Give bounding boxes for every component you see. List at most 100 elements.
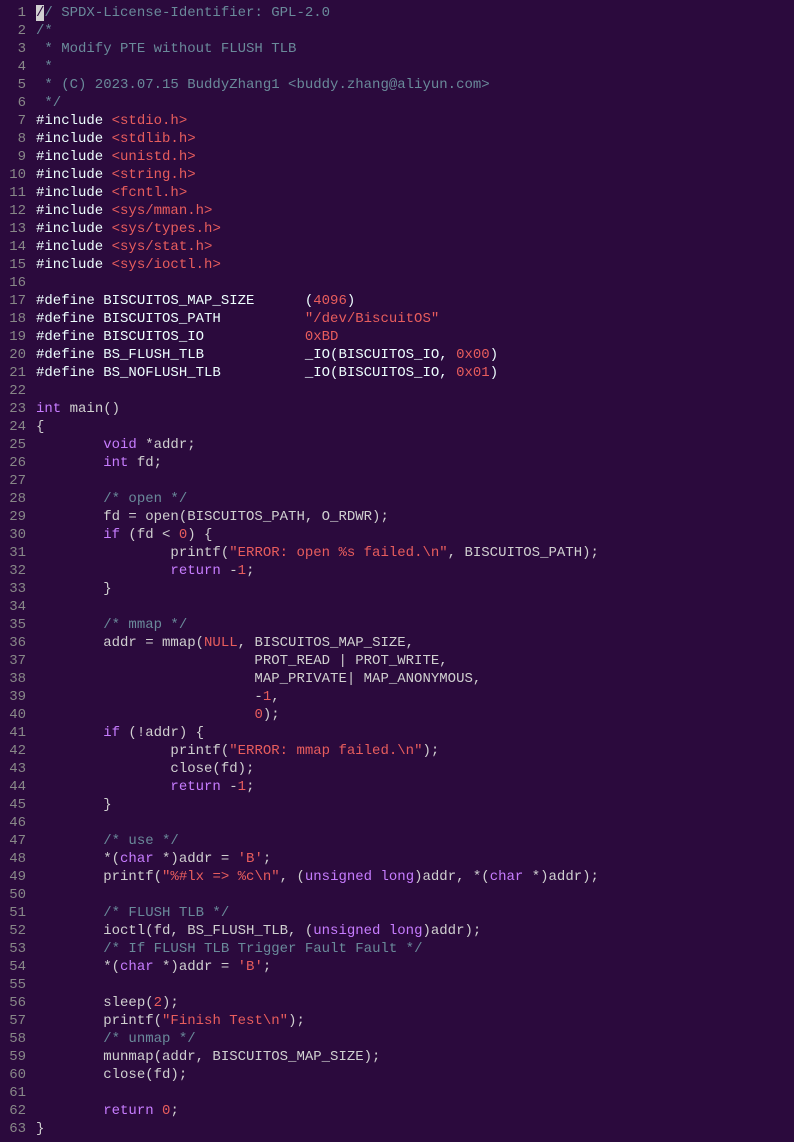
code-line[interactable]: #include <sys/mman.h> <box>36 202 599 220</box>
line-number: 44 <box>0 778 26 796</box>
token-type: char <box>490 869 524 885</box>
token-comment: * <box>36 59 53 75</box>
code-line[interactable]: printf("ERROR: open %s failed.\n", BISCU… <box>36 544 599 562</box>
code-line[interactable] <box>36 1084 599 1102</box>
token-number: 2 <box>154 995 162 1011</box>
line-number: 39 <box>0 688 26 706</box>
code-line[interactable]: /* mmap */ <box>36 616 599 634</box>
code-line[interactable]: #include <sys/stat.h> <box>36 238 599 256</box>
token-keyword: #define BISCUITOS_MAP_SIZE ( <box>36 293 313 309</box>
code-line[interactable]: close(fd); <box>36 1066 599 1084</box>
code-line[interactable]: *(char *)addr = 'B'; <box>36 958 599 976</box>
code-line[interactable]: #define BS_FLUSH_TLB _IO(BISCUITOS_IO, 0… <box>36 346 599 364</box>
code-line[interactable]: #include <sys/types.h> <box>36 220 599 238</box>
code-line[interactable]: int fd; <box>36 454 599 472</box>
code-line[interactable] <box>36 382 599 400</box>
code-line[interactable] <box>36 274 599 292</box>
code-line[interactable]: 0); <box>36 706 599 724</box>
code-line[interactable]: { <box>36 418 599 436</box>
token-number: 0x00 <box>456 347 490 363</box>
line-number: 40 <box>0 706 26 724</box>
code-line[interactable] <box>36 814 599 832</box>
code-line[interactable]: * Modify PTE without FLUSH TLB <box>36 40 599 58</box>
code-line[interactable]: } <box>36 580 599 598</box>
code-line[interactable]: /* use */ <box>36 832 599 850</box>
token-default: ) { <box>187 527 212 543</box>
line-number: 41 <box>0 724 26 742</box>
code-line[interactable]: #define BISCUITOS_PATH "/dev/BiscuitOS" <box>36 310 599 328</box>
code-line[interactable]: // SPDX-License-Identifier: GPL-2.0 <box>36 4 599 22</box>
token-number: 0x01 <box>456 365 490 381</box>
token-default: printf( <box>36 743 229 759</box>
code-line[interactable]: addr = mmap(NULL, BISCUITOS_MAP_SIZE, <box>36 634 599 652</box>
code-line[interactable]: #include <sys/ioctl.h> <box>36 256 599 274</box>
code-line[interactable]: close(fd); <box>36 760 599 778</box>
code-line[interactable]: * (C) 2023.07.15 BuddyZhang1 <buddy.zhan… <box>36 76 599 94</box>
code-line[interactable]: /* open */ <box>36 490 599 508</box>
token-default: printf( <box>36 545 229 561</box>
code-line[interactable]: int main() <box>36 400 599 418</box>
code-line[interactable]: ioctl(fd, BS_FLUSH_TLB, (unsigned long)a… <box>36 922 599 940</box>
token-type: unsigned long <box>305 869 414 885</box>
token-default <box>36 527 103 543</box>
code-line[interactable]: /* <box>36 22 599 40</box>
code-line[interactable]: return 0; <box>36 1102 599 1120</box>
code-line[interactable] <box>36 976 599 994</box>
code-line[interactable]: MAP_PRIVATE| MAP_ANONYMOUS, <box>36 670 599 688</box>
line-number: 21 <box>0 364 26 382</box>
code-line[interactable] <box>36 598 599 616</box>
token-number: 1 <box>263 689 271 705</box>
token-keyword: #include <box>36 257 112 273</box>
code-line[interactable] <box>36 472 599 490</box>
code-line[interactable]: return -1; <box>36 562 599 580</box>
code-line[interactable]: if (fd < 0) { <box>36 526 599 544</box>
code-line[interactable]: /* If FLUSH TLB Trigger Fault Fault */ <box>36 940 599 958</box>
code-line[interactable]: /* FLUSH TLB */ <box>36 904 599 922</box>
token-number: 1 <box>238 563 246 579</box>
token-keyword: #define BS_FLUSH_TLB _IO(BISCUITOS_IO, <box>36 347 456 363</box>
code-editor[interactable]: 1234567891011121314151617181920212223242… <box>0 0 794 1142</box>
code-line[interactable] <box>36 886 599 904</box>
line-number: 25 <box>0 436 26 454</box>
code-line[interactable]: #define BISCUITOS_IO 0xBD <box>36 328 599 346</box>
code-line[interactable]: munmap(addr, BISCUITOS_MAP_SIZE); <box>36 1048 599 1066</box>
code-line[interactable]: void *addr; <box>36 436 599 454</box>
code-line[interactable]: if (!addr) { <box>36 724 599 742</box>
code-line[interactable]: * <box>36 58 599 76</box>
code-line[interactable]: #include <stdio.h> <box>36 112 599 130</box>
token-default: MAP_PRIVATE| MAP_ANONYMOUS, <box>36 671 481 687</box>
code-line[interactable]: #include <stdlib.h> <box>36 130 599 148</box>
code-line[interactable]: -1, <box>36 688 599 706</box>
code-line[interactable]: PROT_READ | PROT_WRITE, <box>36 652 599 670</box>
token-default: *)addr = <box>154 959 238 975</box>
token-type: return <box>170 563 220 579</box>
token-type: return <box>170 779 220 795</box>
line-number: 16 <box>0 274 26 292</box>
code-line[interactable]: #define BS_NOFLUSH_TLB _IO(BISCUITOS_IO,… <box>36 364 599 382</box>
code-line[interactable]: printf("Finish Test\n"); <box>36 1012 599 1030</box>
token-default: )addr, *( <box>414 869 490 885</box>
code-line[interactable]: fd = open(BISCUITOS_PATH, O_RDWR); <box>36 508 599 526</box>
token-default <box>36 1103 103 1119</box>
line-number: 52 <box>0 922 26 940</box>
code-line[interactable]: /* unmap */ <box>36 1030 599 1048</box>
code-line[interactable]: } <box>36 796 599 814</box>
code-line[interactable]: sleep(2); <box>36 994 599 1012</box>
code-line[interactable]: */ <box>36 94 599 112</box>
code-content[interactable]: // SPDX-License-Identifier: GPL-2.0/* * … <box>36 4 599 1138</box>
line-number: 43 <box>0 760 26 778</box>
code-line[interactable]: #define BISCUITOS_MAP_SIZE (4096) <box>36 292 599 310</box>
code-line[interactable]: printf("ERROR: mmap failed.\n"); <box>36 742 599 760</box>
code-line[interactable]: return -1; <box>36 778 599 796</box>
code-line[interactable]: printf("%#lx => %c\n", (unsigned long)ad… <box>36 868 599 886</box>
code-line[interactable]: #include <unistd.h> <box>36 148 599 166</box>
token-default: *( <box>36 959 120 975</box>
code-line[interactable]: #include <string.h> <box>36 166 599 184</box>
code-line[interactable]: } <box>36 1120 599 1138</box>
line-number: 12 <box>0 202 26 220</box>
line-number: 62 <box>0 1102 26 1120</box>
code-line[interactable]: *(char *)addr = 'B'; <box>36 850 599 868</box>
token-default <box>36 617 103 633</box>
code-line[interactable]: #include <fcntl.h> <box>36 184 599 202</box>
token-default: ; <box>263 959 271 975</box>
